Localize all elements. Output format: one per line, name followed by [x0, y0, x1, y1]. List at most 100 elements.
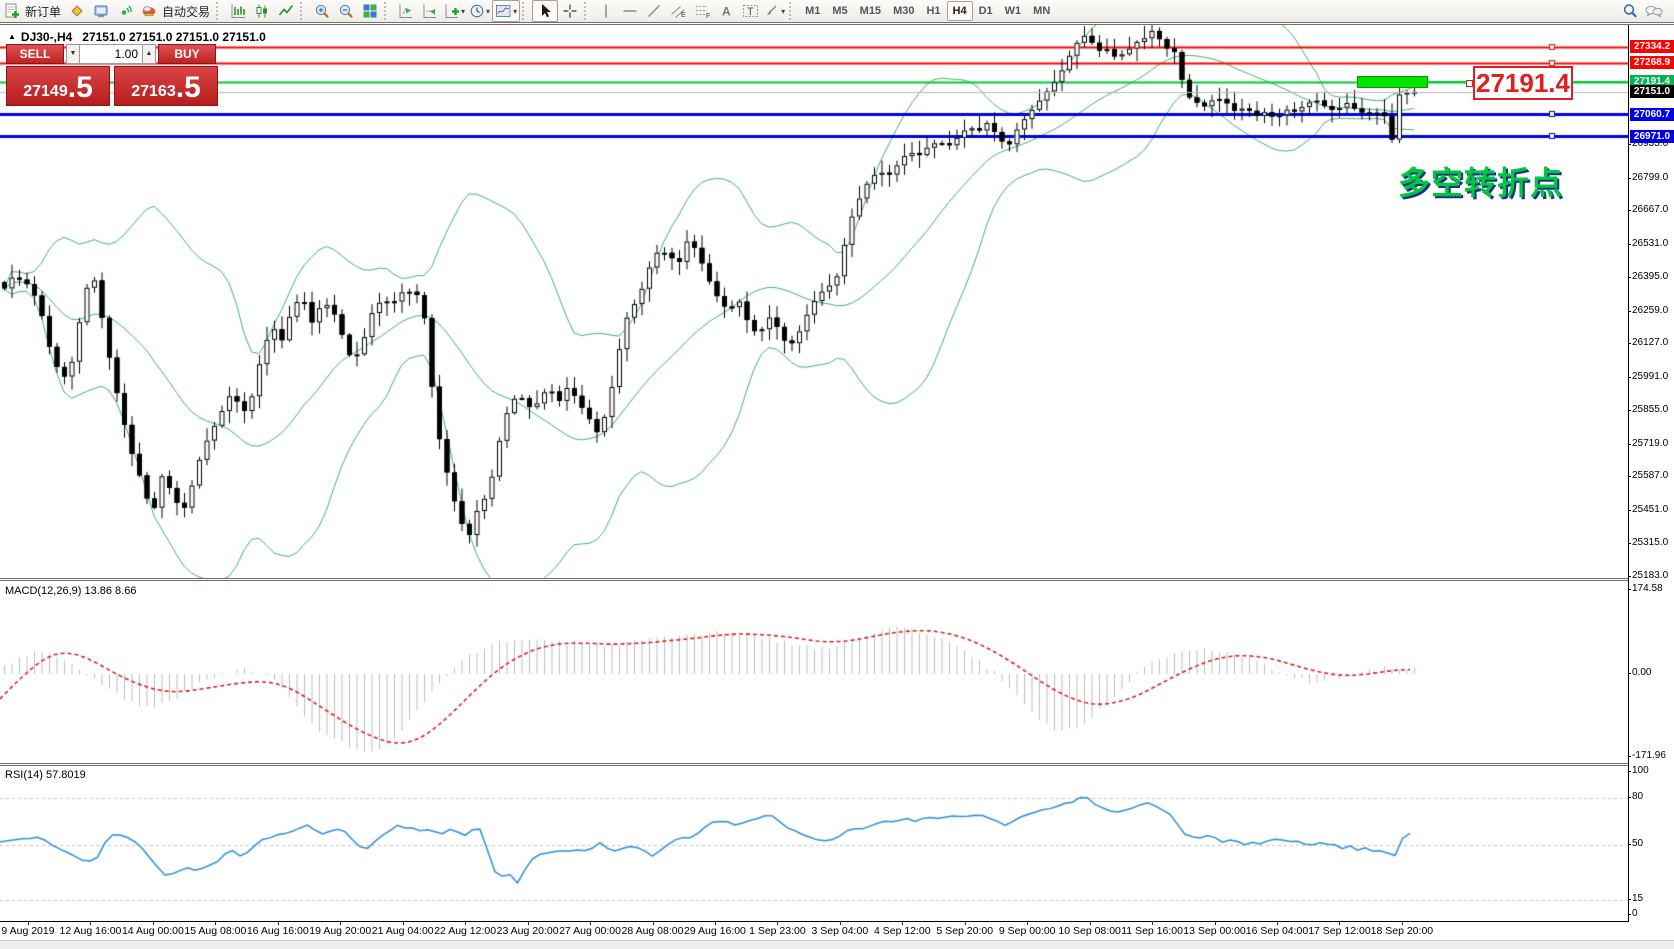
zoom-in-icon[interactable]	[310, 1, 334, 21]
time-axis-tick	[403, 921, 404, 925]
toolbar-separator	[522, 2, 530, 20]
volume-decrease-button[interactable]: ▼	[66, 44, 80, 64]
price-chart-canvas[interactable]	[0, 25, 1628, 578]
period-clock-button[interactable]: ▾	[467, 1, 492, 21]
time-axis-tick	[1339, 921, 1340, 925]
timeframe-button-M30[interactable]: M30	[887, 1, 920, 21]
time-axis-label: 10 Sep 08:00	[1058, 925, 1120, 937]
chart-autoscroll-icon[interactable]	[418, 1, 442, 21]
chat-icon[interactable]	[1642, 1, 1666, 21]
add-indicator-button[interactable]: ▾	[442, 1, 467, 21]
horizontal-line-tool[interactable]	[618, 1, 642, 21]
turning-point-annotation[interactable]: 多空转折点	[1398, 158, 1563, 204]
time-axis-tick	[153, 921, 154, 925]
market-watch-icon[interactable]	[65, 1, 89, 21]
price-tick-label: 26395.0	[1632, 271, 1668, 282]
time-axis-tick	[902, 921, 903, 925]
chart-shift-icon[interactable]	[394, 1, 418, 21]
tile-windows-icon[interactable]	[358, 1, 382, 21]
volume-input[interactable]: 1.00	[80, 44, 142, 64]
sell-button[interactable]: SELL	[6, 44, 64, 64]
new-order-label[interactable]: 新订单	[25, 3, 61, 20]
price-tick-label: 25719.0	[1632, 438, 1668, 449]
sell-price-fraction: .5	[68, 74, 93, 102]
rsi-pane-canvas[interactable]	[0, 766, 1628, 921]
timeframe-button-H4[interactable]: H4	[947, 1, 973, 21]
buy-button[interactable]: BUY	[158, 44, 216, 64]
macd-indicator-label: MACD(12,26,9) 13.86 8.66	[5, 585, 136, 597]
new-order-icon	[4, 3, 20, 19]
collapse-triangle-icon[interactable]: ▲	[8, 32, 16, 41]
template-button[interactable]: ▾	[492, 0, 520, 22]
vertical-line-tool[interactable]	[594, 1, 618, 21]
toolbar-separator	[300, 2, 308, 20]
zoom-out-icon[interactable]	[334, 1, 358, 21]
time-axis-label: 13 Sep 00:00	[1183, 925, 1245, 937]
highlight-rectangle[interactable]	[1357, 76, 1428, 88]
time-axis-label: 16 Sep 04:00	[1246, 925, 1308, 937]
price-axis-column[interactable]: 26935.026799.026667.026531.026395.026259…	[1628, 25, 1674, 922]
bar-chart-icon[interactable]	[226, 1, 250, 21]
price-level-tag: 27334.2	[1630, 40, 1674, 53]
key-price-label[interactable]: 27191.4	[1473, 66, 1573, 100]
price-level-tag: 27268.9	[1630, 56, 1674, 69]
time-axis-tick	[777, 921, 778, 925]
time-axis-label: 21 Aug 04:00	[372, 925, 434, 937]
sell-price-display[interactable]: 27149.5	[6, 66, 110, 106]
time-axis-tick	[215, 921, 216, 925]
toolbar-separator	[584, 2, 592, 20]
arrows-tool[interactable]: ▾	[762, 1, 787, 21]
new-order-button[interactable]	[0, 1, 24, 21]
price-tick-label: 174.58	[1632, 583, 1663, 594]
time-axis-label: 16 Aug 16:00	[247, 925, 309, 937]
price-tick-label: 15	[1632, 893, 1643, 904]
search-icon[interactable]	[1618, 1, 1642, 21]
buy-price-main: 27163	[131, 82, 176, 102]
price-tick-label: 25451.0	[1632, 504, 1668, 515]
terminal-icon[interactable]	[89, 1, 113, 21]
timeframe-button-M5[interactable]: M5	[826, 1, 853, 21]
chevron-down-icon: ▾	[781, 7, 785, 16]
time-axis-tick	[90, 921, 91, 925]
timeframe-button-M15[interactable]: M15	[854, 1, 887, 21]
buy-price-display[interactable]: 27163.5	[114, 66, 218, 106]
time-axis-label: 14 Aug 00:00	[122, 925, 184, 937]
autotrading-label[interactable]: 自动交易	[162, 3, 210, 20]
equidistant-channel-tool[interactable]: E	[666, 1, 690, 21]
price-level-tag: 26971.0	[1630, 130, 1674, 143]
time-axis[interactable]: 9 Aug 201912 Aug 16:0014 Aug 00:0015 Aug…	[0, 922, 1674, 940]
price-level-tag: 27151.0	[1630, 85, 1674, 98]
trendline-tool[interactable]	[642, 1, 666, 21]
price-tick-label: 26799.0	[1632, 172, 1668, 183]
text-label-tool[interactable]: T	[738, 1, 762, 21]
line-chart-icon[interactable]	[274, 1, 298, 21]
price-tick-label: 50	[1632, 838, 1643, 849]
timeframe-button-M1[interactable]: M1	[799, 1, 826, 21]
timeframe-button-W1[interactable]: W1	[999, 1, 1028, 21]
crosshair-tool-button[interactable]	[558, 1, 582, 21]
price-tick-label: 0.00	[1632, 667, 1651, 678]
macd-pane-canvas[interactable]	[0, 581, 1628, 763]
price-tick-label: 26127.0	[1632, 337, 1668, 348]
timeframe-button-H1[interactable]: H1	[920, 1, 946, 21]
time-axis-label: 27 Aug 00:00	[559, 925, 621, 937]
chart-title: ▲DJ30-,H427151.0 27151.0 27151.0 27151.0	[8, 30, 266, 44]
autotrading-button[interactable]	[137, 1, 161, 21]
signals-icon[interactable]	[113, 1, 137, 21]
time-axis-label: 12 Aug 16:00	[59, 925, 121, 937]
toolbar-separator	[789, 2, 797, 20]
time-axis-label: 11 Sep 16:00	[1121, 925, 1183, 937]
cursor-tool-button[interactable]	[532, 0, 558, 22]
timeframe-group: M1M5M15M30H1H4D1W1MN	[799, 1, 1056, 21]
timeframe-button-MN[interactable]: MN	[1027, 1, 1056, 21]
price-label-anchor-handle[interactable]	[1466, 80, 1473, 87]
volume-increase-button[interactable]: ▲	[142, 44, 156, 64]
fibonacci-tool[interactable]: F	[690, 1, 714, 21]
timeframe-button-D1[interactable]: D1	[973, 1, 999, 21]
time-axis-label: 9 Aug 2019	[1, 925, 54, 937]
time-axis-tick	[590, 921, 591, 925]
time-axis-label: 4 Sep 12:00	[874, 925, 931, 937]
text-tool[interactable]: A	[714, 1, 738, 21]
candlestick-chart-icon[interactable]	[250, 1, 274, 21]
time-axis-label: 29 Aug 16:00	[684, 925, 746, 937]
